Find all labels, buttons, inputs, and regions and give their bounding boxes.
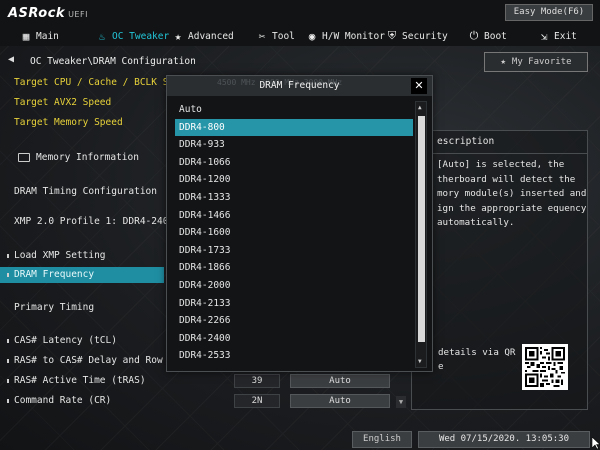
star-icon: ★ [174, 29, 182, 43]
exit-icon: ⇲ [540, 29, 548, 43]
qr-code [522, 344, 568, 390]
top-bar: ASRock UEFI Easy Mode(F6) ▦ Main ♨ OC Twe… [0, 0, 600, 46]
frequency-option[interactable]: DDR4-933 [175, 136, 413, 154]
row-marker [7, 399, 9, 403]
tab-label: Advanced [188, 30, 234, 42]
tab-label: Main [36, 30, 59, 42]
grid-icon: ▦ [22, 29, 30, 43]
setting-label: RAS# Active Time (tRAS) [14, 375, 146, 386]
row-marker [7, 273, 9, 277]
star-icon: ★ [500, 57, 506, 67]
tab-label: Exit [554, 30, 577, 42]
command-rate-current: 2N [234, 394, 280, 408]
tab-security[interactable]: ⛨ Security [378, 26, 456, 46]
setting-load-xmp[interactable]: Load XMP Setting [0, 248, 164, 264]
section-label: DRAM Timing Configuration [14, 186, 157, 197]
tab-label: Tool [272, 30, 295, 42]
frequency-option[interactable]: DDR4-1733 [175, 242, 413, 260]
scroll-up-arrow-icon[interactable]: ▲ [418, 104, 422, 111]
scroll-down-arrow-icon[interactable]: ▼ [396, 396, 406, 408]
setting-memory-information[interactable]: Memory Information [0, 150, 164, 166]
tab-tool[interactable]: ✂ Tool [248, 26, 303, 46]
tab-label: OC Tweaker [112, 30, 170, 42]
ras-active-time-current: 39 [234, 374, 280, 388]
scrollbar-thumb[interactable] [418, 116, 425, 342]
frequency-option[interactable]: DDR4-1066 [175, 154, 413, 172]
description-text: [Auto] is selected, the therboard will d… [437, 159, 587, 228]
monitor-icon: ◉ [308, 29, 316, 43]
tab-exit[interactable]: ⇲ Exit [530, 26, 585, 46]
dialog-header: 4500 MHz 3000 MHz 3000 MHz DRAM Frequenc… [167, 76, 432, 96]
dram-frequency-dialog: 4500 MHz 3000 MHz 3000 MHz DRAM Frequenc… [166, 75, 433, 372]
row-marker [7, 379, 9, 383]
dialog-scrollbar[interactable]: ▲ ▼ [415, 101, 427, 368]
tab-main[interactable]: ▦ Main [12, 26, 67, 46]
frequency-option[interactable]: DDR4-2133 [175, 295, 413, 313]
frequency-option[interactable]: DDR4-2400 [175, 330, 413, 348]
qr-caption: details via QR e [438, 347, 516, 372]
row-marker [7, 339, 9, 343]
language-button[interactable]: English [352, 431, 412, 448]
brand-name: ASRock [8, 6, 66, 21]
frequency-option[interactable]: DDR4-1866 [175, 259, 413, 277]
tab-boot[interactable]: ⏻ Boot [460, 26, 515, 46]
setting-label: Load XMP Setting [14, 250, 106, 261]
tab-label: H/W Monitor [322, 30, 385, 42]
flame-icon: ♨ [98, 29, 106, 43]
setting-label: Target CPU / Cache / BCLK Speed [14, 77, 192, 88]
tab-advanced[interactable]: ★ Advanced [164, 26, 242, 46]
close-icon[interactable]: ✕ [411, 78, 427, 94]
back-arrow-icon[interactable]: ◀ [8, 54, 14, 65]
brand-suffix: UEFI [68, 10, 88, 19]
section-label: Primary Timing [14, 302, 95, 313]
dialog-title: DRAM Frequency [259, 80, 340, 91]
setting-label: Target Memory Speed [14, 117, 123, 128]
setting-command-rate[interactable]: Command Rate (CR) [0, 393, 164, 409]
setting-label: Memory Information [36, 152, 139, 163]
setting-label: CAS# Latency (tCL) [14, 335, 117, 346]
tab-label: Security [402, 30, 448, 42]
frequency-option[interactable]: DDR4-1200 [175, 171, 413, 189]
main-tabs: ▦ Main ♨ OC Tweaker ★ Advanced ✂ Tool ◉ … [0, 26, 600, 46]
frequency-option[interactable]: Auto [175, 101, 413, 119]
row-marker [7, 254, 9, 258]
brand-logo: ASRock UEFI [8, 6, 88, 21]
frequency-option[interactable]: DDR4-2000 [175, 277, 413, 295]
shield-icon: ⛨ [387, 29, 397, 42]
ras-active-time-select[interactable]: Auto [290, 374, 390, 388]
description-divider [412, 153, 587, 154]
datetime-display: Wed 07/15/2020. 13:05:30 [418, 431, 590, 448]
frequency-option-selected[interactable]: DDR4-800 [175, 118, 413, 137]
setting-cas-latency[interactable]: CAS# Latency (tCL) [0, 333, 164, 349]
frequency-option[interactable]: DDR4-2266 [175, 312, 413, 330]
description-title: escription [437, 136, 495, 147]
setting-ras-active-time[interactable]: RAS# Active Time (tRAS) [0, 373, 164, 389]
frequency-option[interactable]: DDR4-1333 [175, 189, 413, 207]
qr-code-graphic [525, 347, 565, 387]
frequency-option-list: Auto DDR4-800 DDR4-933 DDR4-1066 DDR4-12… [175, 101, 413, 368]
setting-label: DRAM Frequency [14, 269, 95, 280]
row-marker [7, 359, 9, 363]
frequency-option[interactable]: DDR4-1466 [175, 207, 413, 225]
frequency-option[interactable]: DDR4-2533 [175, 347, 413, 365]
setting-ras-to-cas[interactable]: RAS# to CAS# Delay and Row Prech [0, 353, 197, 369]
tab-label: Boot [484, 30, 507, 42]
scroll-down-arrow-icon[interactable]: ▼ [418, 358, 422, 365]
breadcrumb: OC Tweaker\DRAM Configuration [30, 56, 196, 67]
my-favorite-label: My Favorite [511, 57, 572, 67]
setting-dram-frequency[interactable]: DRAM Frequency [0, 267, 164, 283]
memory-chip-icon [18, 153, 30, 162]
command-rate-select[interactable]: Auto [290, 394, 390, 408]
my-favorite-button[interactable]: ★ My Favorite [484, 52, 588, 72]
easy-mode-button[interactable]: Easy Mode(F6) [505, 4, 593, 21]
setting-label: Command Rate (CR) [14, 395, 112, 406]
power-icon: ⏻ [469, 29, 479, 42]
frequency-option[interactable]: DDR4-1600 [175, 224, 413, 242]
mouse-cursor-icon [592, 437, 600, 450]
wrench-icon: ✂ [258, 29, 266, 43]
setting-label: Target AVX2 Speed [14, 97, 112, 108]
